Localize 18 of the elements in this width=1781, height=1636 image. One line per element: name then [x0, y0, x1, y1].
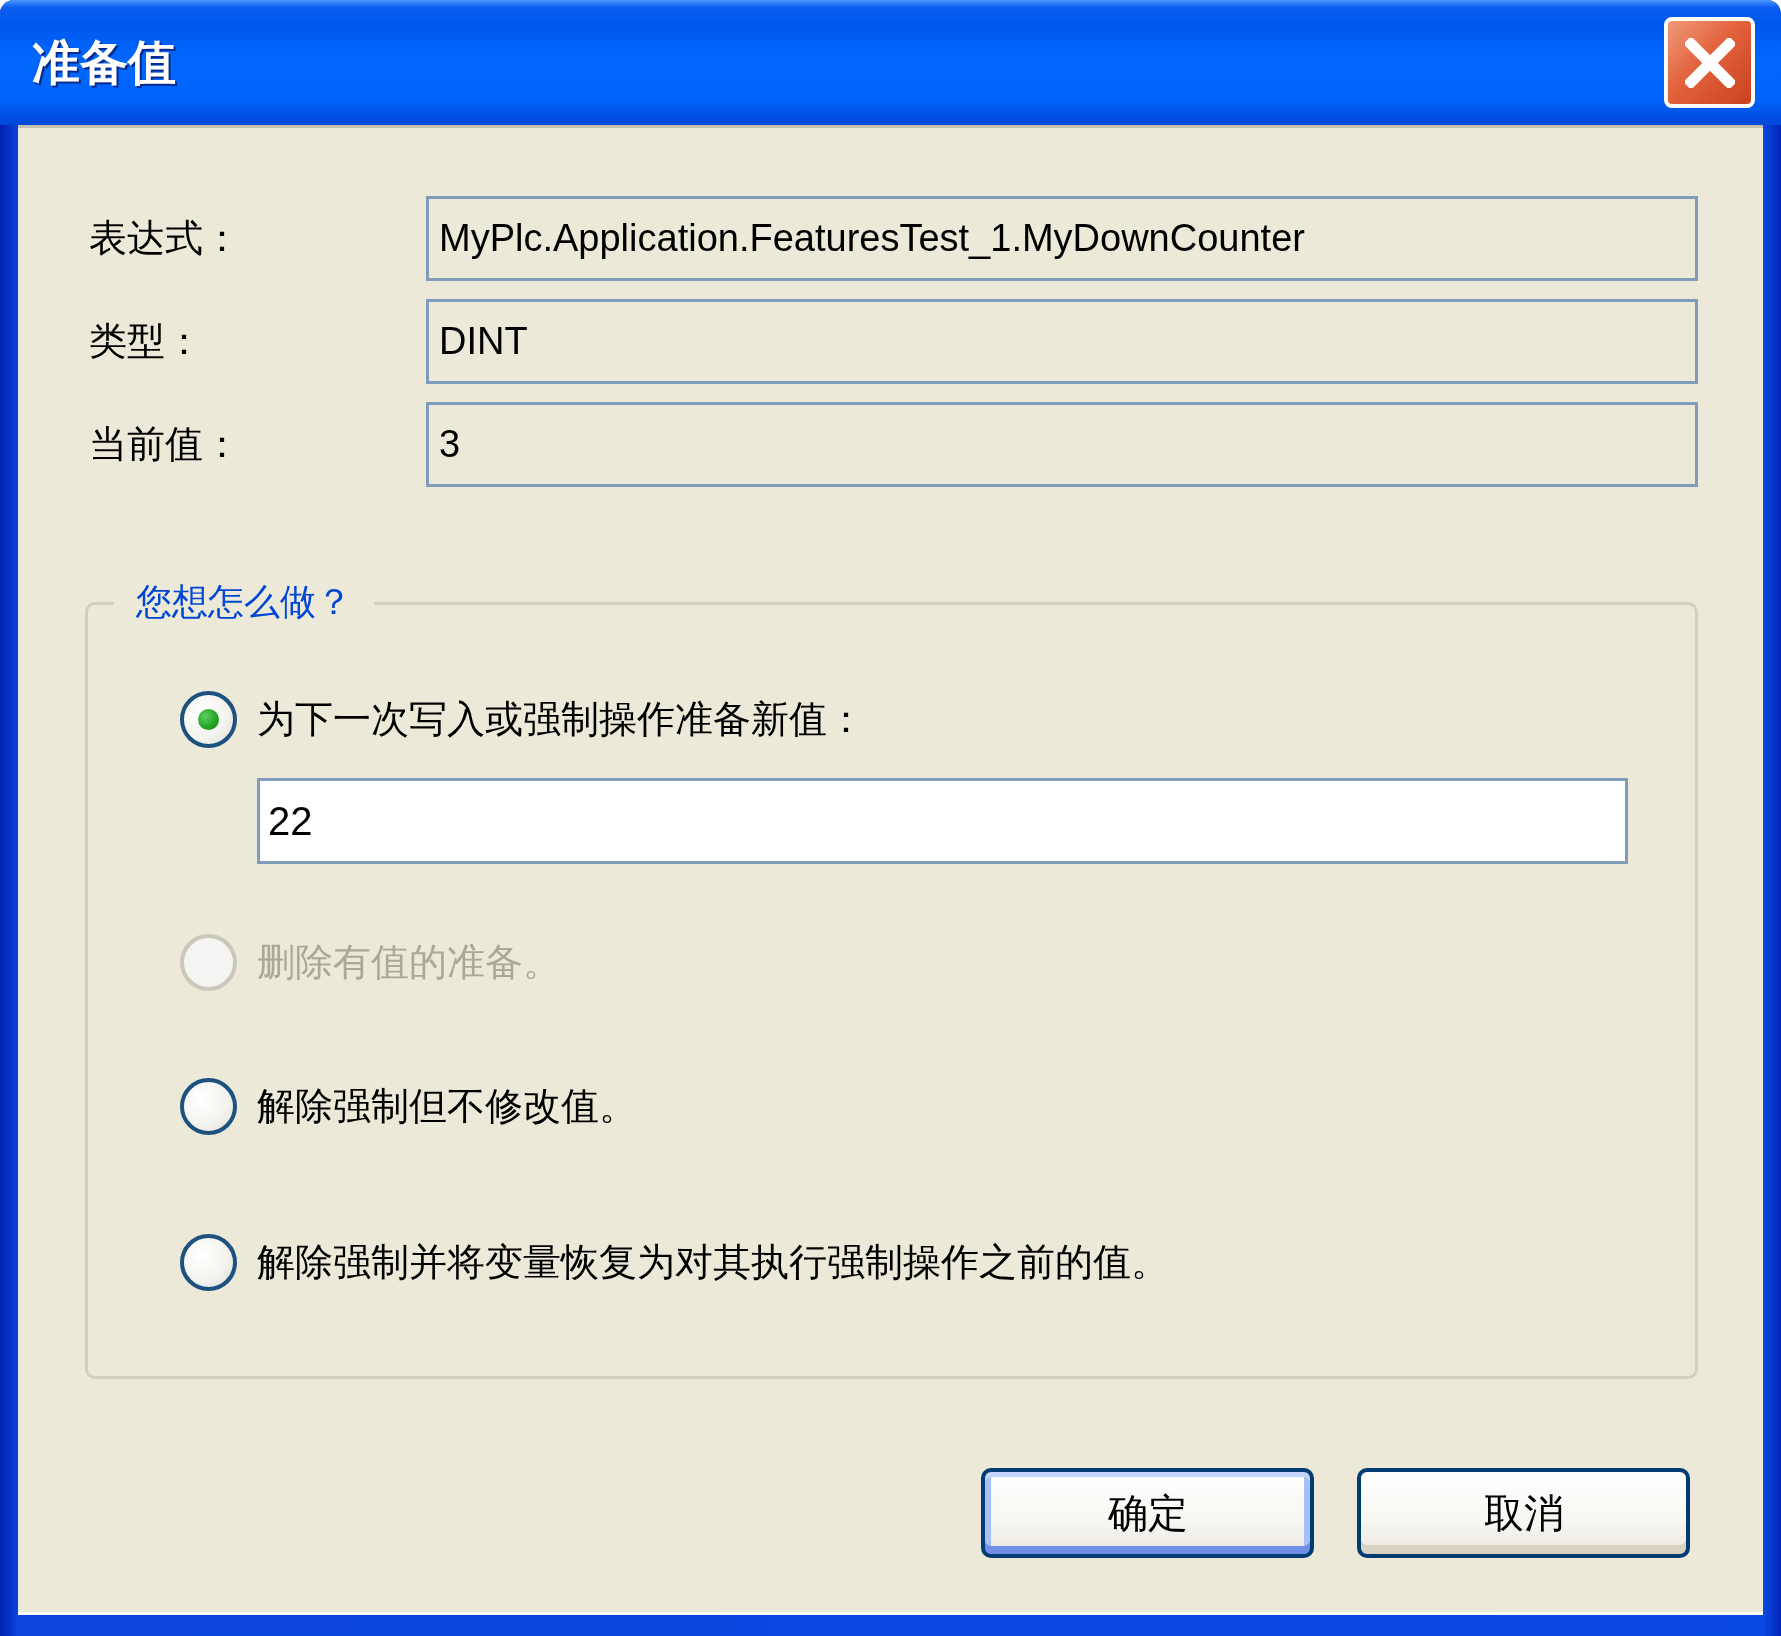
readonly-field[interactable]: 3: [426, 402, 1698, 487]
close-button[interactable]: [1664, 17, 1755, 108]
radio-label[interactable]: 解除强制但不修改值。: [257, 1078, 637, 1135]
radio-label[interactable]: 为下一次写入或强制操作准备新值：: [257, 691, 865, 748]
window-title: 准备值: [32, 38, 176, 87]
radio-button[interactable]: [180, 1234, 237, 1291]
field-label: 表达式：: [89, 216, 242, 261]
field-label: 当前值：: [89, 422, 242, 467]
readonly-field[interactable]: DINT: [426, 299, 1698, 384]
radio-label[interactable]: 解除强制并将变量恢复为对其执行强制操作之前的值。: [257, 1234, 1169, 1291]
field-label: 类型：: [89, 319, 204, 364]
radio-button[interactable]: [180, 1078, 237, 1135]
readonly-field[interactable]: MyPlc.Application.FeaturesTest_1.MyDownCounter: [426, 196, 1698, 281]
radio-button[interactable]: [180, 691, 237, 748]
value-input[interactable]: 22: [257, 778, 1628, 864]
ok-button[interactable]: 确定: [981, 1468, 1314, 1558]
cancel-button[interactable]: 取消: [1357, 1468, 1690, 1558]
close-icon: [1684, 37, 1735, 88]
